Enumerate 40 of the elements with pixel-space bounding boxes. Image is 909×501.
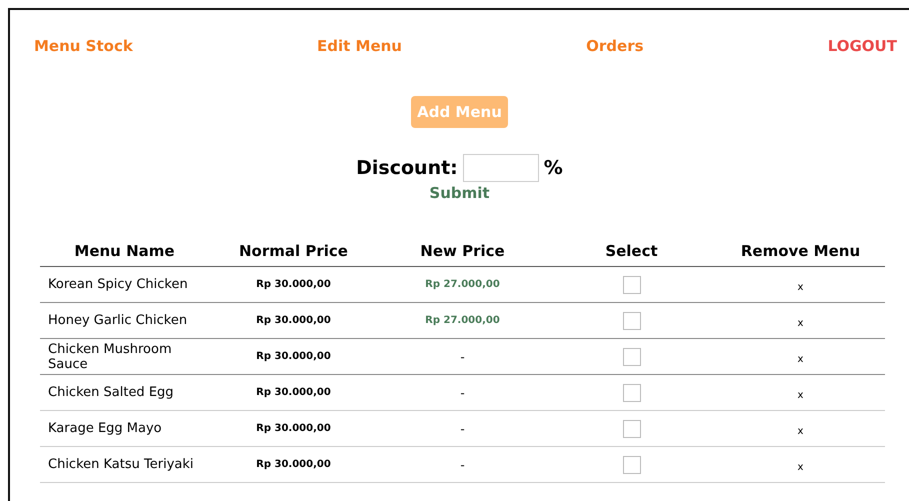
column-header: Normal Price <box>209 240 378 266</box>
menu-name-cell: Karage Egg Mayo <box>40 410 209 446</box>
discount-field[interactable] <box>462 154 539 182</box>
remove-button[interactable]: x <box>798 318 804 329</box>
normal-price-cell: Rp 30.000,00 <box>209 266 378 302</box>
percent-label: % <box>544 157 563 179</box>
select-checkbox[interactable] <box>622 420 640 438</box>
column-header: Menu Name <box>40 240 209 266</box>
normal-price-cell: Rp 30.000,00 <box>209 302 378 338</box>
remove-button[interactable]: x <box>798 462 804 473</box>
remove-button[interactable]: x <box>798 390 804 401</box>
remove-button[interactable]: x <box>798 354 804 365</box>
select-checkbox[interactable] <box>622 456 640 474</box>
select-checkbox[interactable] <box>622 312 640 330</box>
column-header: Remove Menu <box>716 240 885 266</box>
menu-name-cell: Honey Garlic Chicken <box>40 302 209 338</box>
select-checkbox[interactable] <box>622 348 640 366</box>
select-checkbox[interactable] <box>622 276 640 294</box>
menu-name-cell: Korean Spicy Chicken <box>40 266 209 302</box>
remove-button[interactable]: x <box>798 426 804 437</box>
new-price-cell: - <box>378 374 547 410</box>
column-header: Select <box>547 240 716 266</box>
discount-label: Discount: <box>356 157 458 179</box>
menu-name-cell: Chicken Mushroom Sauce <box>40 338 209 374</box>
select-checkbox[interactable] <box>622 384 640 402</box>
remove-button[interactable]: x <box>798 282 804 293</box>
normal-price-cell: Rp 30.000,00 <box>209 338 378 374</box>
menu-name-cell: Chicken Salted Egg <box>40 374 209 410</box>
submit-link[interactable]: Submit <box>429 184 490 202</box>
new-price-cell: - <box>378 446 547 482</box>
menu-name-cell: Chicken Katsu Teriyaki <box>40 446 209 482</box>
normal-price-cell: Rp 30.000,00 <box>209 374 378 410</box>
normal-price-cell: Rp 30.000,00 <box>209 410 378 446</box>
column-header: New Price <box>378 240 547 266</box>
new-price-cell: - <box>378 410 547 446</box>
new-price-cell: Rp 27.000,00 <box>378 302 547 338</box>
new-price-cell: Rp 27.000,00 <box>378 266 547 302</box>
logout-link[interactable]: LOGOUT <box>828 37 897 55</box>
normal-price-cell: Rp 30.000,00 <box>209 446 378 482</box>
new-price-cell: - <box>378 338 547 374</box>
